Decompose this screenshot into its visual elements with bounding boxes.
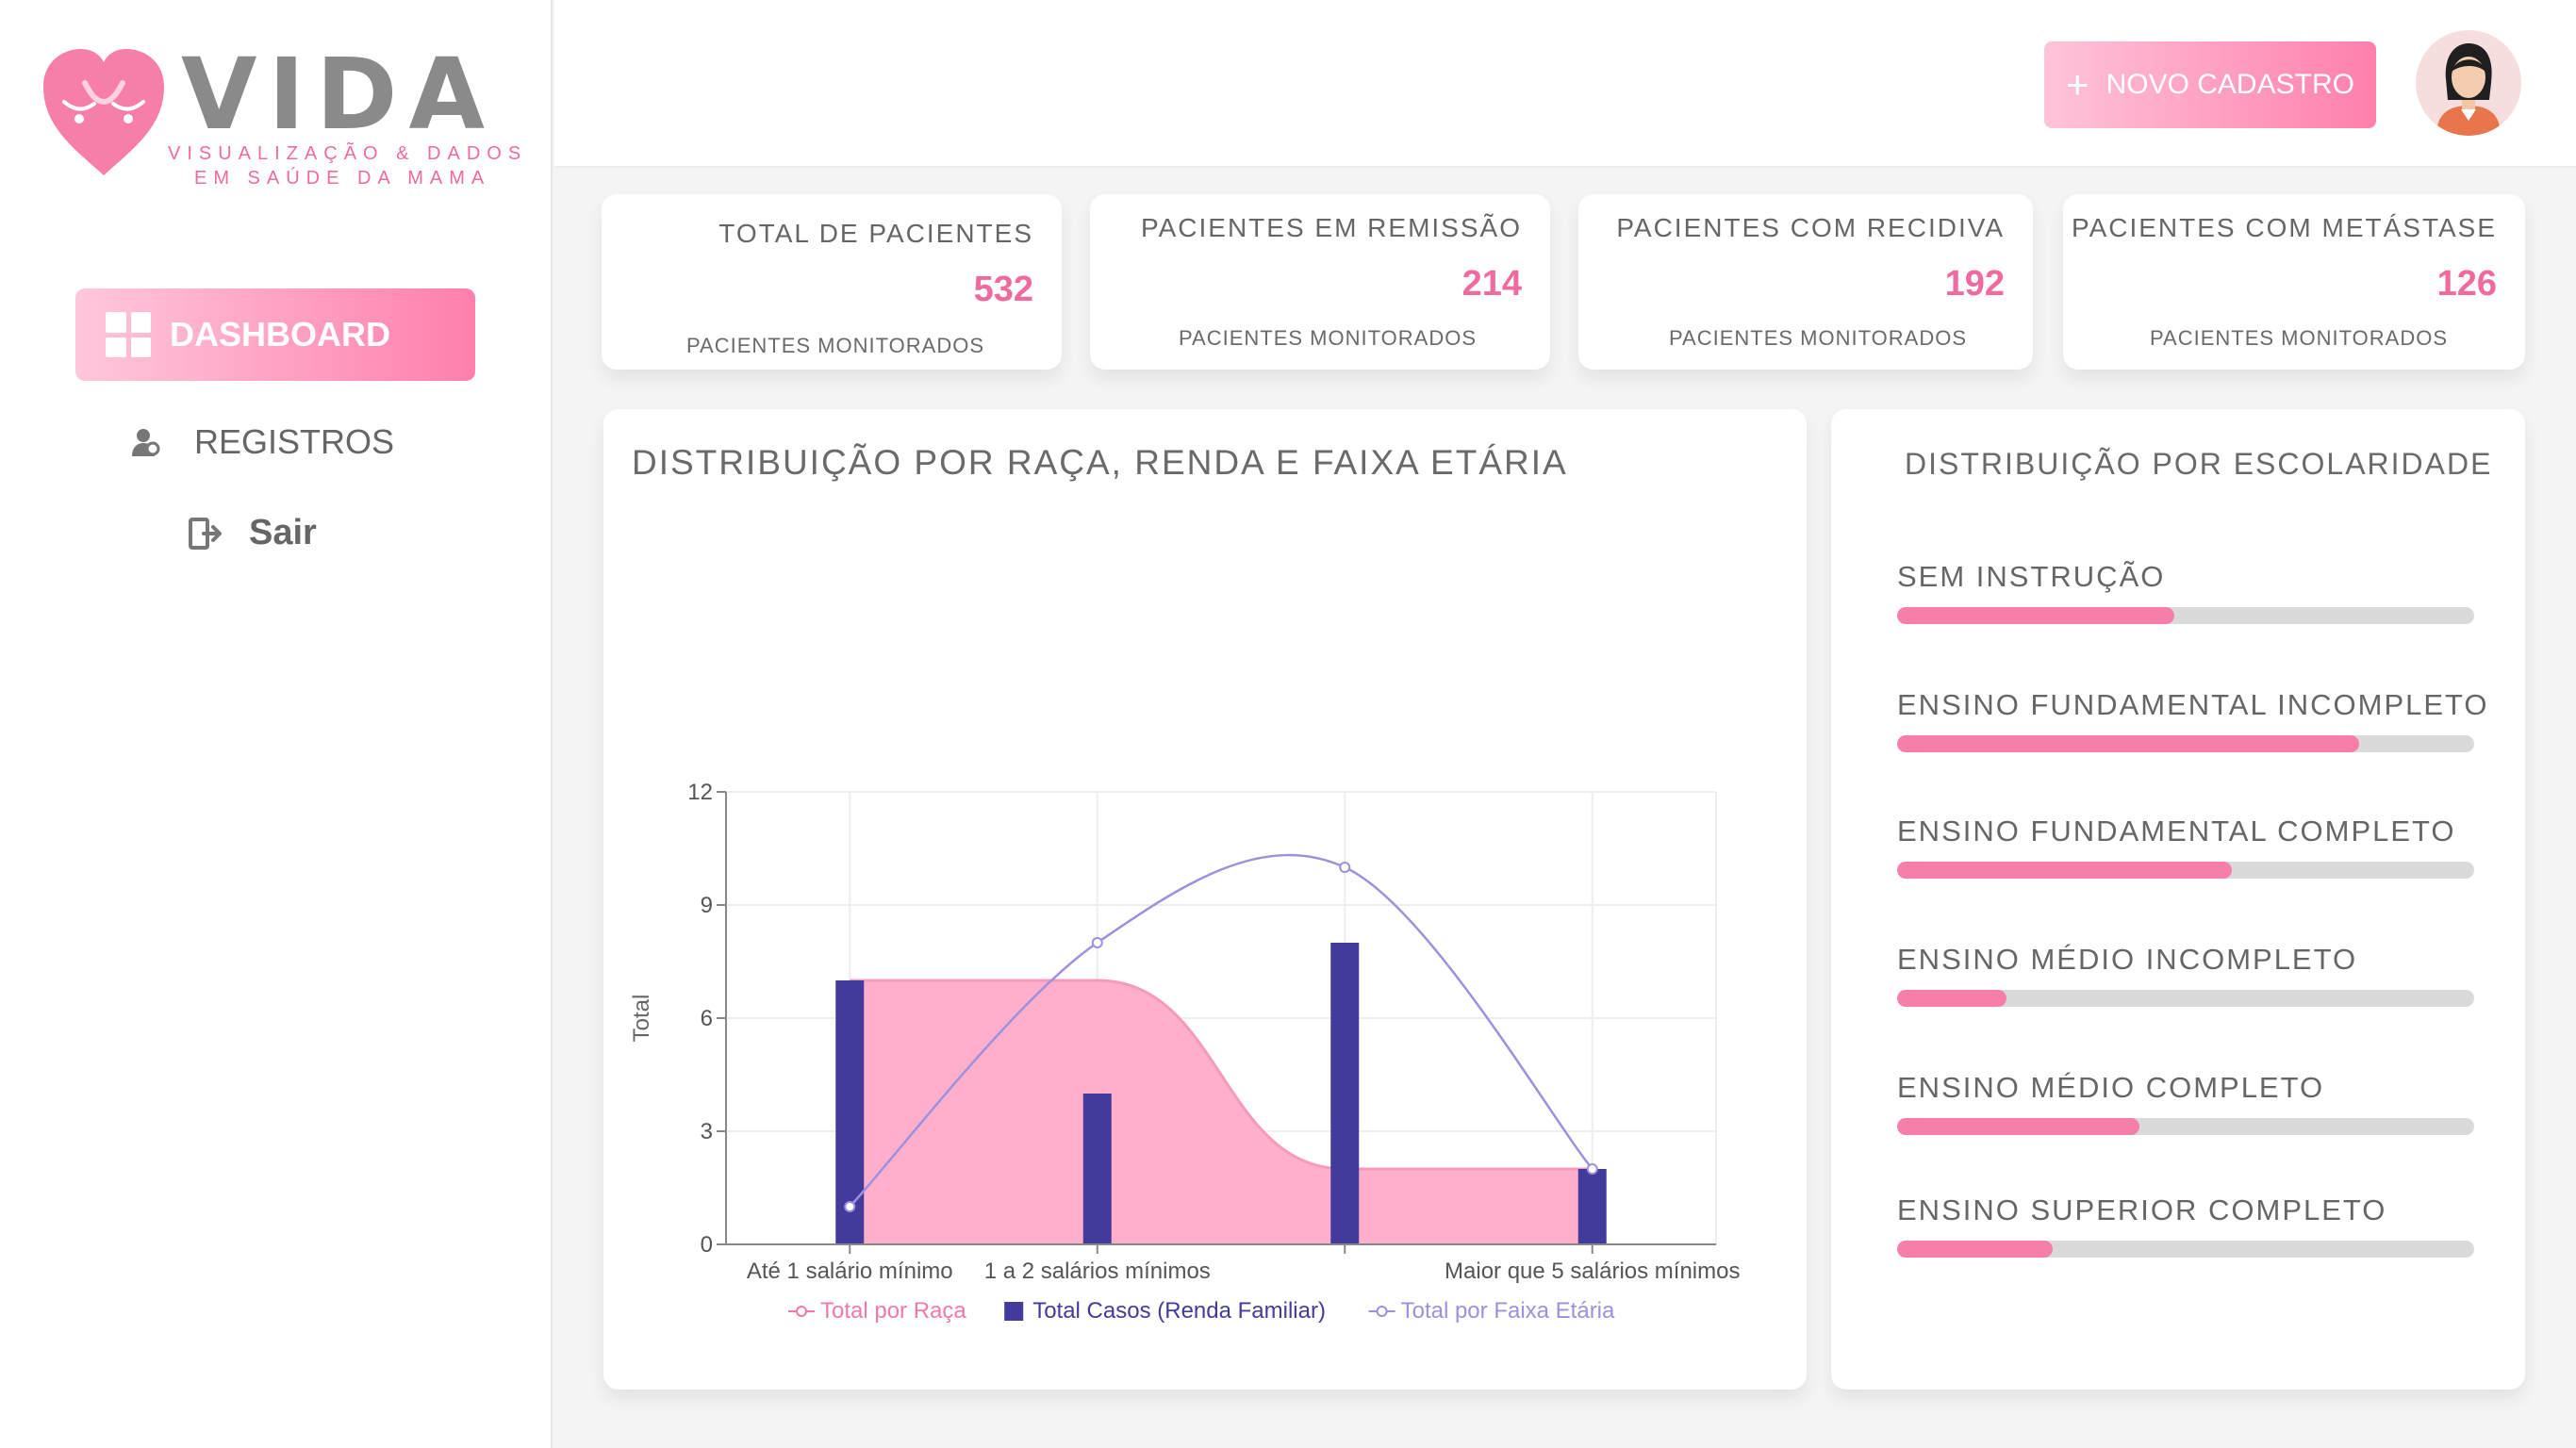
education-label: ENSINO MÉDIO INCOMPLETO [1897,943,2358,976]
progress-track [1897,1241,2474,1258]
bar-renda-2 [1330,943,1360,1244]
kpi-value: 126 [2436,264,2497,304]
kpi-title: PACIENTES EM REMISSÃO [1141,213,1522,242]
kpi-subtitle: PACIENTES MONITORADOS [686,334,985,357]
combo-chart: 0 3 6 9 12 Até 1 salário mínimo 1 a 2 salários… [629,780,1740,1324]
education-item: ENSINO FUNDAMENTAL INCOMPLETO [1897,688,2489,752]
kpi-value: 532 [973,270,1033,309]
user-avatar-icon [2436,43,2501,136]
legend-swatch [1004,1302,1024,1321]
line-point-1 [1091,937,1103,948]
progress-track [1897,735,2474,752]
line-point-3 [1586,1163,1598,1175]
progress-fill [1897,862,2232,879]
legend-label: Total por Faixa Etária [1401,1298,1615,1324]
brand-logo[interactable]: VIDA VISUALIZAÇÃO & DADOS EM SAÚDE DA MA… [38,45,528,196]
education-card: DISTRIBUIÇÃO POR ESCOLARIDADE SEM INSTRU… [1831,409,2525,1390]
chart-card: DISTRIBUIÇÃO POR RAÇA, RENDA E FAIXA ETÁ… [603,409,1807,1390]
user-avatar[interactable] [2416,30,2521,136]
plus-icon: + [2066,62,2089,107]
education-item: ENSINO SUPERIOR COMPLETO [1897,1193,2474,1258]
x-tick-label: 1 a 2 salários mínimos [984,1259,1211,1284]
sidebar-item-label: REGISTROS [194,422,395,461]
sidebar-item-label: Sair [249,513,317,552]
kpi-title: PACIENTES COM METÁSTASE [2071,213,2497,242]
sidebar: VIDA VISUALIZAÇÃO & DADOS EM SAÚDE DA MA… [0,0,553,1448]
sidebar-item-sair[interactable]: Sair [189,513,317,553]
progress-fill [1897,1118,2140,1135]
kpi-value: 214 [1461,264,1522,304]
kpi-subtitle: PACIENTES MONITORADOS [2150,326,2449,350]
kpi-card-remission: PACIENTES EM REMISSÃO 214 PACIENTES MONI… [1090,194,1550,370]
education-item: ENSINO FUNDAMENTAL COMPLETO [1897,814,2474,879]
kpi-card-total: TOTAL DE PACIENTES 532 PACIENTES MONITOR… [602,194,1062,370]
progress-track [1897,607,2474,624]
bar-renda-3 [1577,1169,1607,1244]
brand-name: VIDA [181,37,496,152]
new-registration-button[interactable]: + NOVO CADASTRO [2044,41,2376,128]
sidebar-item-label: DASHBOARD [170,315,390,354]
education-label: ENSINO FUNDAMENTAL INCOMPLETO [1897,688,2489,721]
y-tick-label: 0 [701,1232,713,1258]
bar-renda-1 [1082,1094,1112,1244]
education-item: SEM INSTRUÇÃO [1897,560,2474,624]
brand-tagline-2: EM SAÚDE DA MAMA [194,168,491,189]
education-item: ENSINO MÉDIO INCOMPLETO [1897,943,2474,1007]
logout-icon [189,517,222,550]
kpi-title: TOTAL DE PACIENTES [718,219,1033,248]
progress-track [1897,1118,2474,1135]
kpi-title: PACIENTES COM RECIDIVA [1616,213,2005,242]
y-tick-label: 12 [687,780,713,805]
area-series-raca [850,980,1593,1244]
y-tick-label: 6 [701,1006,713,1031]
legend-label: Total por Raça [820,1298,966,1324]
education-label: ENSINO MÉDIO COMPLETO [1897,1071,2325,1104]
progress-fill [1897,607,2174,624]
progress-track [1897,862,2474,879]
kpi-subtitle: PACIENTES MONITORADOS [1669,326,1968,350]
education-label: ENSINO FUNDAMENTAL COMPLETO [1897,814,2456,847]
grid-icon [106,312,151,357]
kpi-card-relapse: PACIENTES COM RECIDIVA 192 PACIENTES MON… [1578,194,2033,370]
new-registration-label: NOVO CADASTRO [2105,69,2354,100]
education-label: SEM INSTRUÇÃO [1897,560,2166,593]
kpi-value: 192 [1944,264,2005,304]
x-tick-label: Até 1 salário mínimo [747,1259,953,1284]
kpi-card-metastasis: PACIENTES COM METÁSTASE 126 PACIENTES MO… [2063,194,2525,370]
sidebar-item-dashboard[interactable]: DASHBOARD [75,288,475,381]
line-point-0 [844,1201,856,1212]
progress-fill [1897,990,2007,1007]
brand-tagline: VISUALIZAÇÃO & DADOS [168,143,528,164]
y-tick-label: 9 [701,893,713,918]
line-point-2 [1339,862,1351,873]
progress-track [1897,990,2474,1007]
progress-fill [1897,1241,2054,1258]
education-item: ENSINO MÉDIO COMPLETO [1897,1071,2474,1135]
y-axis-label: Total [629,995,654,1043]
sidebar-item-registros[interactable]: REGISTROS [130,422,394,462]
heart-ribbon-icon [43,49,164,175]
kpi-subtitle: PACIENTES MONITORADOS [1179,326,1478,350]
legend-swatch-marker [1376,1306,1388,1317]
x-tick-label: Maior que 5 salários mínimos [1445,1259,1740,1284]
user-icon [132,429,160,456]
education-title: DISTRIBUIÇÃO POR ESCOLARIDADE [1905,447,2493,481]
progress-fill [1897,735,2359,752]
legend-label: Total Casos (Renda Familiar) [1032,1298,1326,1324]
top-bar: + NOVO CADASTRO [554,0,2576,168]
education-label: ENSINO SUPERIOR COMPLETO [1897,1193,2387,1226]
legend-swatch-marker [796,1306,807,1317]
y-tick-label: 3 [701,1119,713,1144]
